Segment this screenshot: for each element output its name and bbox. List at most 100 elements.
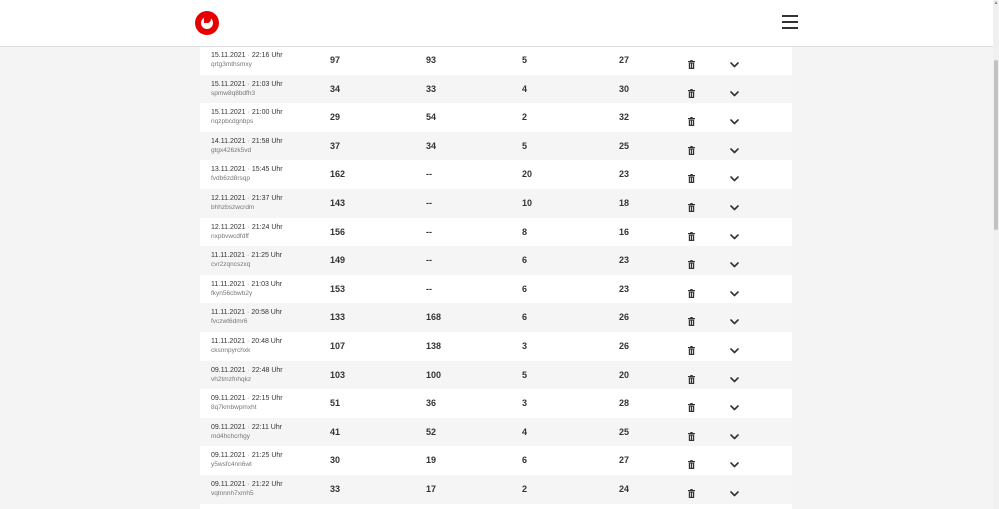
trash-icon[interactable] <box>688 228 695 241</box>
row-date-time: 09.11.2021 · 21:22 Uhr <box>211 480 321 489</box>
chevron-down-icon[interactable] <box>730 399 739 411</box>
trash-icon[interactable] <box>688 85 695 98</box>
row-value-3: 10 <box>522 197 533 208</box>
row-value-2: 34 <box>426 140 437 151</box>
trash-icon[interactable] <box>688 342 695 355</box>
row-value-4: 27 <box>619 455 630 466</box>
row-time: 20:48 Uhr <box>251 337 283 345</box>
table-row[interactable]: 15.11.2021 · 21:00 Uhr nqzpbcdgnbps 29 54 2 32 <box>200 103 792 132</box>
table-row[interactable]: 14.11.2021 · 21:58 Uhr gtgx426zk5vd 37 34 5 25 <box>200 131 792 161</box>
trash-icon[interactable] <box>688 256 695 270</box>
row-date-time: 15.11.2021 · 22:16 Uhr <box>211 51 321 60</box>
trash-icon[interactable] <box>688 371 695 384</box>
chevron-down-icon[interactable] <box>730 485 739 497</box>
row-value-1: 30 <box>330 455 341 466</box>
row-time: 21:37 Uhr <box>251 194 283 202</box>
row-value-1: 34 <box>330 83 341 94</box>
row-date: 09.11.2021 <box>211 395 246 403</box>
table-row[interactable]: 09.11.2021 · 21:22 Uhr vqtnnnh7xmh5 33 17 2 24 <box>200 474 792 504</box>
table-row[interactable]: 11.11.2021 · 21:03 Uhr fkyn56cbwb2y 153 -- 6 23 <box>200 274 792 304</box>
table-row[interactable]: 12.11.2021 · 21:24 Uhr nxpbvwcdfdff 156 -- 8 16 <box>200 217 792 247</box>
chevron-down-icon[interactable] <box>730 456 739 468</box>
table-row[interactable]: 09.11.2021 · 22:15 Uhr 8q7kmbwpmxht 51 36 3 28 <box>200 389 792 418</box>
trash-icon[interactable] <box>688 142 695 155</box>
hamburger-icon-bar <box>782 27 798 29</box>
chevron-down-icon[interactable] <box>730 113 739 125</box>
row-value-2: 54 <box>426 112 437 123</box>
trash-icon[interactable] <box>688 199 695 212</box>
chevron-down-icon[interactable] <box>730 342 739 354</box>
table-row[interactable]: 15.11.2021 · 21:03 Uhr spmw8q8bdfh3 34 33 4 30 <box>200 74 792 104</box>
row-id: vh2tmzfnhqkz <box>211 375 252 383</box>
chevron-down-icon[interactable] <box>730 428 739 440</box>
row-date-time: 14.11.2021 · 21:58 Uhr <box>211 137 321 146</box>
table-row[interactable]: 11.11.2021 · 21:25 Uhr cvr2zqncszxq 149 -- 6 23 <box>200 246 792 275</box>
row-id: md4hchcrhgy <box>211 432 251 440</box>
row-date-time: 09.11.2021 · 22:15 Uhr <box>211 394 321 403</box>
row-value-4: 30 <box>619 83 630 94</box>
table-row[interactable]: 11.11.2021 · 20:58 Uhr fvczwt6dmr6 133 168 6 26 <box>200 303 792 332</box>
row-date: 11.11.2021 <box>211 337 245 345</box>
chevron-down-icon[interactable] <box>730 256 739 268</box>
trash-icon[interactable] <box>688 456 695 470</box>
row-value-4: 23 <box>619 283 630 294</box>
chevron-down-icon[interactable] <box>730 228 739 239</box>
row-date: 11.11.2021 <box>211 252 245 260</box>
row-value-2: -- <box>426 226 432 237</box>
row-value-2: -- <box>426 255 432 266</box>
table-row[interactable]: 09.11.2021 · 21:25 Uhr y5wsfc4nn6wt 30 19 6 27 <box>200 446 792 475</box>
hamburger-icon <box>782 15 798 17</box>
row-value-3: 5 <box>522 369 528 380</box>
chevron-down-icon[interactable] <box>730 313 739 325</box>
trash-icon[interactable] <box>688 428 695 441</box>
chevron-down-icon[interactable] <box>730 199 739 211</box>
row-value-4: 23 <box>619 169 630 180</box>
row-time: 21:58 Uhr <box>251 137 283 145</box>
chevron-down-icon[interactable] <box>730 285 739 297</box>
scroll-up-arrow-icon[interactable]: ▲ <box>993 0 999 6</box>
row-value-4: 26 <box>619 340 630 351</box>
page-scrollbar[interactable]: ▲ <box>993 0 999 509</box>
trash-icon[interactable] <box>688 485 695 498</box>
row-value-3: 5 <box>522 140 528 151</box>
row-time: 21:25 Uhr <box>251 452 283 460</box>
row-datetime: 11.11.2021 · 20:48 Uhr cksnnpyrchxk <box>211 337 321 355</box>
row-value-3: 6 <box>522 283 528 294</box>
row-value-2: -- <box>426 283 432 294</box>
table-row[interactable]: 09.11.2021 · 22:11 Uhr md4hchcrhgy 41 52 4 25 <box>200 417 792 447</box>
table-row[interactable]: 13.11.2021 · 15:45 Uhr fvdb6zd8rsqp 162 -- 20 2… <box>200 160 792 189</box>
trash-icon[interactable] <box>688 170 695 184</box>
table-row[interactable]: 09.11.2021 · 22:48 Uhr vh2tmzfnhqkz 103 100 5 2… <box>200 360 792 390</box>
table-row[interactable]: 12.11.2021 · 21:37 Uhr bhhzbszwcrdm 143 -- 10 1… <box>200 188 792 218</box>
hamburger-menu-button[interactable] <box>782 15 798 29</box>
row-date-time: 11.11.2021 · 20:58 Uhr <box>211 308 321 317</box>
chevron-down-icon[interactable] <box>730 170 739 182</box>
row-date: 15.11.2021 <box>211 109 246 117</box>
row-value-4: 27 <box>619 55 630 65</box>
chevron-down-icon[interactable] <box>730 56 739 68</box>
row-value-4: 20 <box>619 369 630 380</box>
scrollbar-thumb[interactable] <box>994 60 998 230</box>
row-id: fvdb6zd8rsqp <box>211 175 251 183</box>
trash-icon[interactable] <box>688 113 695 127</box>
row-value-1: 149 <box>330 255 346 266</box>
trash-icon[interactable] <box>688 56 695 69</box>
trash-icon[interactable] <box>688 399 695 413</box>
chevron-down-icon[interactable] <box>730 142 739 154</box>
trash-icon[interactable] <box>688 313 695 327</box>
row-value-3: 2 <box>522 483 528 494</box>
row-value-1: 103 <box>330 369 346 380</box>
chevron-down-icon[interactable] <box>730 85 739 96</box>
row-datetime: 12.11.2021 · 21:24 Uhr nxpbvwcdfdff <box>211 223 321 241</box>
row-date-time: 09.11.2021 · 22:48 Uhr <box>211 366 321 375</box>
table-row[interactable]: 15.11.2021 · 22:16 Uhr qrtg3mthsmxy 97 93 5 27 <box>200 46 792 75</box>
row-id: gtgx426zk5vd <box>211 146 252 154</box>
vodafone-logo[interactable] <box>195 11 219 35</box>
row-value-3: 4 <box>522 83 528 94</box>
row-datetime: 13.11.2021 · 15:45 Uhr fvdb6zd8rsqp <box>211 165 321 183</box>
table-row[interactable]: 11.11.2021 · 20:48 Uhr cksnnpyrchxk 107 138 3 2… <box>200 331 792 361</box>
row-date-time: 12.11.2021 · 21:24 Uhr <box>211 223 321 232</box>
row-value-1: 33 <box>330 483 341 494</box>
chevron-down-icon[interactable] <box>730 371 739 382</box>
trash-icon[interactable] <box>688 285 695 298</box>
